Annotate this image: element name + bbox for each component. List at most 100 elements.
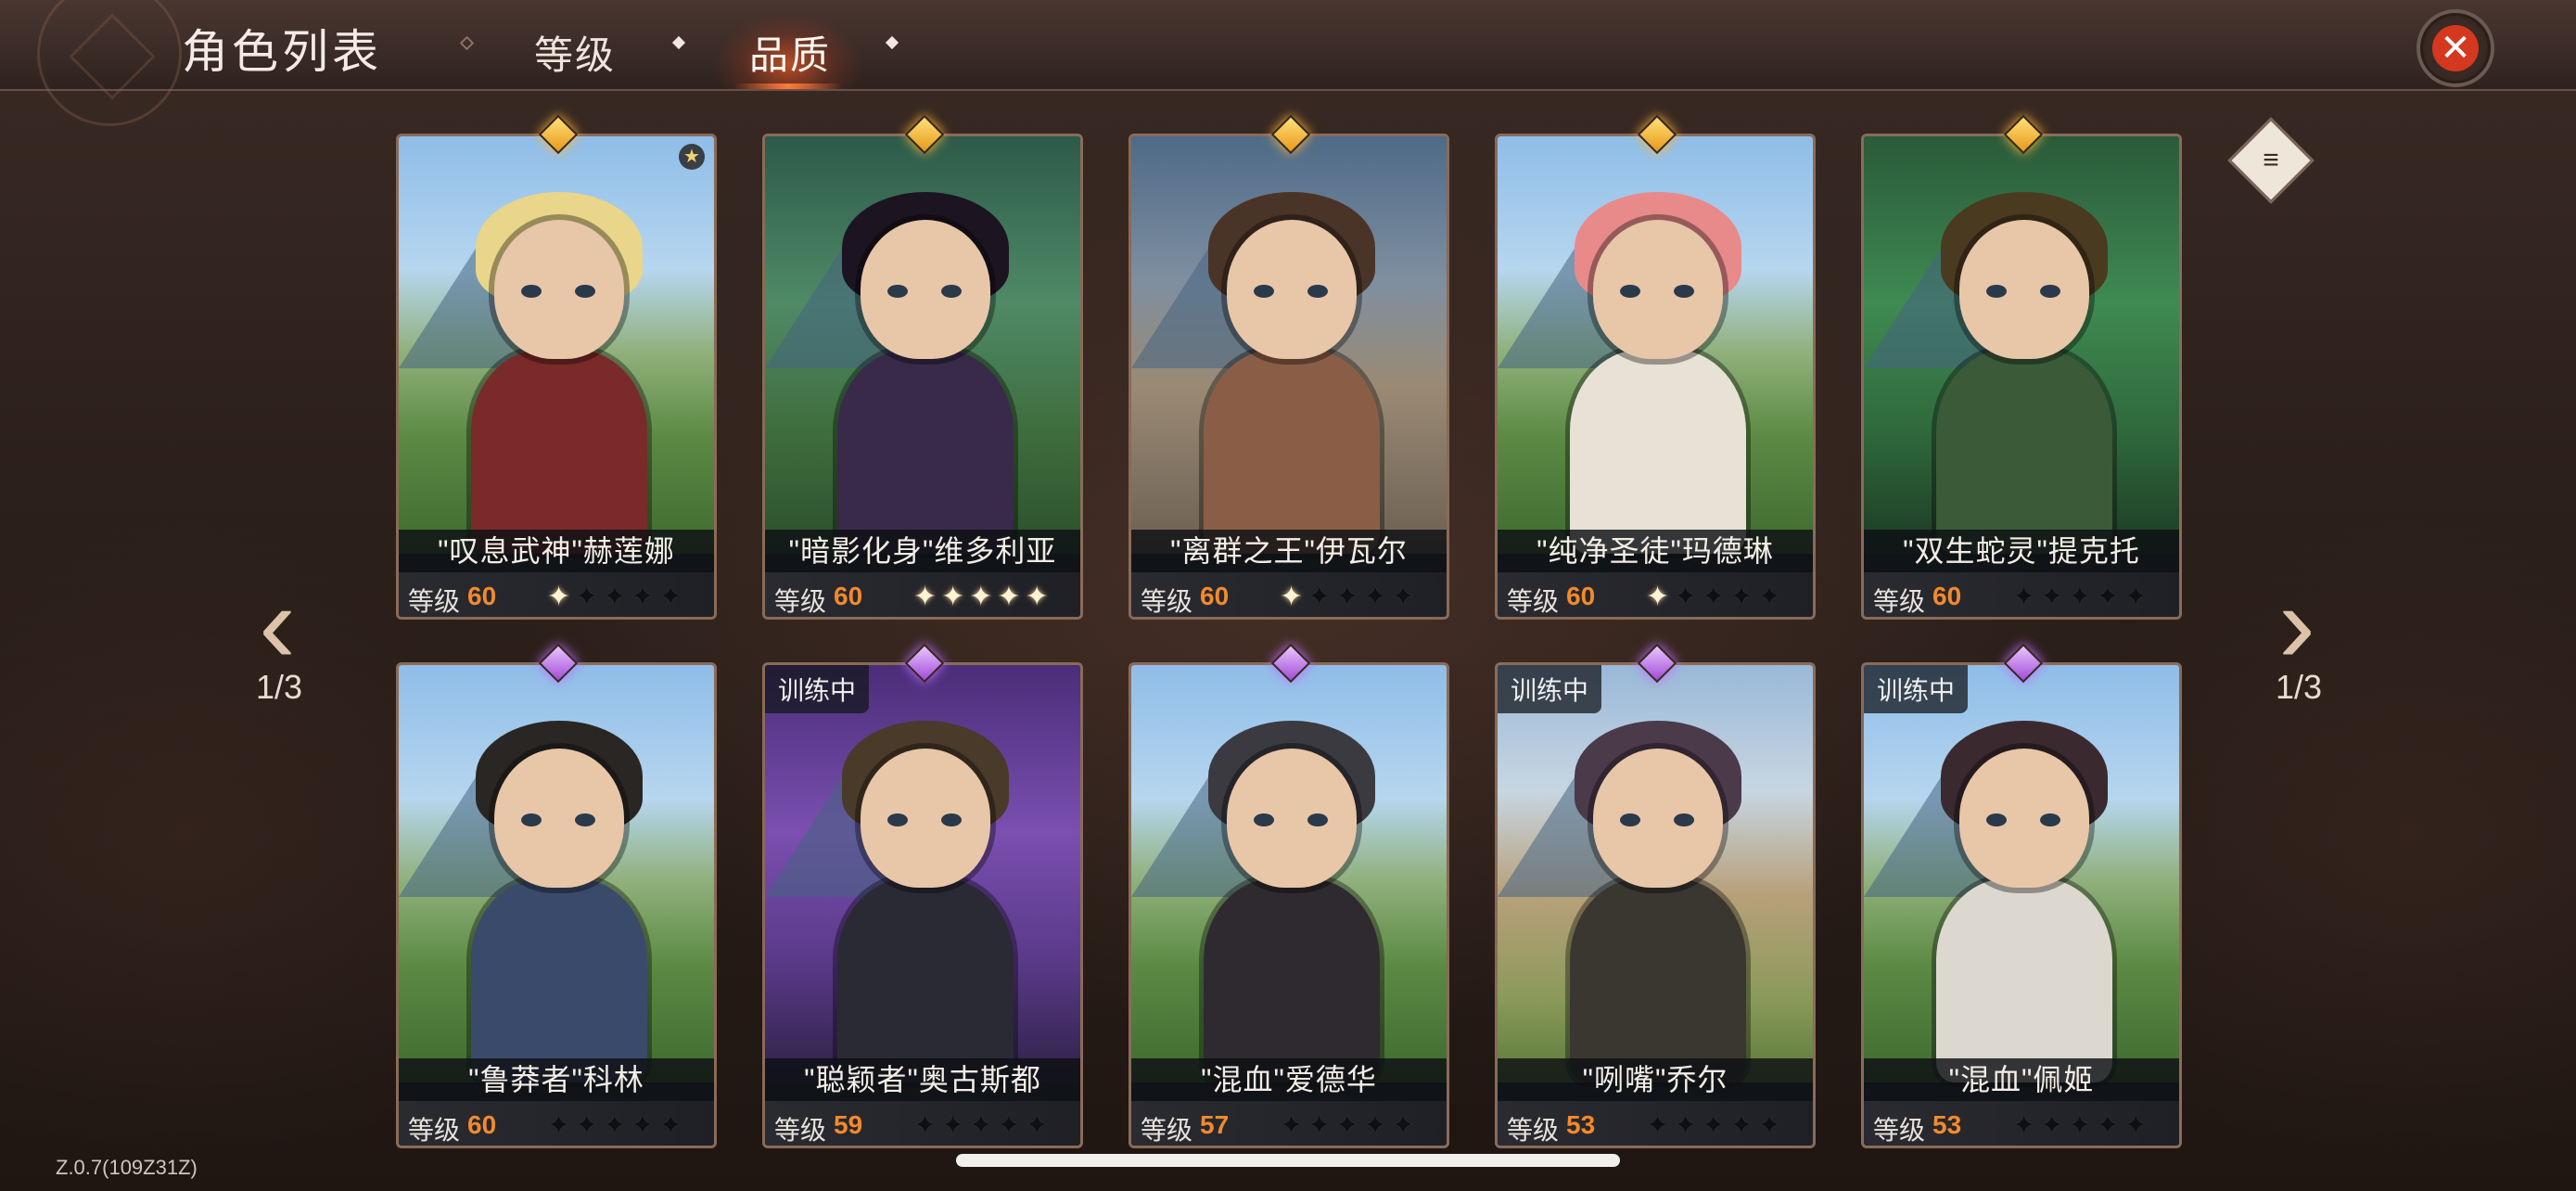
star-empty-icon: ✦	[1363, 1110, 1392, 1141]
character-name: "暗影化身"维多利亚	[765, 530, 1080, 572]
star-empty-icon: ✦	[941, 1110, 970, 1141]
character-eye	[1254, 813, 1274, 826]
character-eye	[2040, 285, 2060, 298]
level-row: 等级 53 ✦✦✦✦✦	[1864, 1101, 2179, 1146]
star-rating: ✦✦✦✦✦	[1280, 1109, 1420, 1142]
star-empty-icon: ✦	[1335, 1110, 1364, 1141]
training-badge: 训练中	[1498, 665, 1602, 713]
star-empty-icon: ✦	[2123, 582, 2152, 612]
character-portrait	[1498, 665, 1813, 1082]
star-empty-icon: ✦	[2123, 1110, 2152, 1141]
page-indicator-right: 1/3	[2276, 668, 2323, 706]
character-card[interactable]: "混血"爱德华 等级 57 ✦✦✦✦✦	[1129, 662, 1449, 1148]
character-card[interactable]: "纯净圣徒"玛德琳 等级 60 ✦✦✦✦✦	[1495, 134, 1816, 620]
star-empty-icon: ✦	[997, 1110, 1026, 1141]
prev-page-arrow-icon[interactable]: ‹	[226, 569, 328, 680]
character-name: "咧嘴"乔尔	[1498, 1058, 1813, 1101]
character-card[interactable]: "暗影化身"维多利亚 等级 60 ✦✦✦✦✦	[762, 134, 1083, 620]
character-body	[471, 878, 647, 1082]
level-row: 等级 60 ✦✦✦✦✦	[399, 1101, 714, 1146]
character-eye	[887, 285, 908, 298]
character-eye	[1674, 285, 1694, 298]
star-empty-icon: ✦	[2040, 582, 2069, 612]
level-label: 等级	[1141, 587, 1193, 616]
character-card[interactable]: 训练中 "咧嘴"乔尔 等级 53 ✦✦✦✦✦	[1495, 662, 1816, 1148]
star-rating: ✦✦✦✦✦	[1280, 581, 1420, 613]
star-empty-icon: ✦	[1280, 1110, 1308, 1141]
star-empty-icon: ✦	[969, 1110, 998, 1141]
level-row: 等级 53 ✦✦✦✦✦	[1498, 1101, 1813, 1146]
star-rating: ✦✦✦✦✦	[1646, 581, 1786, 613]
star-empty-icon: ✦	[575, 1110, 604, 1141]
star-empty-icon: ✦	[603, 1110, 631, 1141]
level-label: 等级	[1873, 587, 1926, 616]
character-portrait	[1131, 136, 1447, 554]
star-empty-icon: ✦	[2096, 1110, 2124, 1141]
star-rating: ✦✦✦✦✦	[913, 581, 1053, 613]
character-name: "叹息武神"赫莲娜	[399, 530, 714, 572]
character-portrait	[765, 665, 1080, 1082]
star-filled-icon: ✦	[1025, 582, 1053, 612]
character-head	[1227, 749, 1357, 888]
character-head	[861, 749, 990, 888]
star-rating: ✦✦✦✦✦	[913, 1109, 1053, 1142]
character-eye	[1307, 285, 1328, 298]
character-card[interactable]: "鲁莽者"科林 等级 60 ✦✦✦✦✦	[396, 662, 717, 1148]
character-body	[471, 350, 647, 554]
star-filled-icon: ✦	[969, 582, 998, 612]
character-eye	[1254, 285, 1274, 298]
character-head	[1593, 749, 1723, 888]
star-empty-icon: ✦	[2012, 582, 2041, 612]
star-rating: ✦✦✦✦✦	[1646, 1109, 1786, 1142]
character-name: "双生蛇灵"提克托	[1864, 530, 2179, 572]
tab-separator	[459, 35, 475, 51]
star-rating: ✦✦✦✦✦	[547, 581, 687, 613]
close-button[interactable]: ✕	[2417, 9, 2494, 87]
tab-level[interactable]: 等级	[534, 24, 616, 81]
star-rating: ✦✦✦✦✦	[2012, 581, 2152, 613]
star-empty-icon: ✦	[603, 582, 631, 612]
page-indicator-left: 1/3	[256, 668, 303, 706]
character-head	[1593, 220, 1723, 359]
character-body	[1570, 878, 1746, 1082]
character-card[interactable]: "离群之王"伊瓦尔 等级 60 ✦✦✦✦✦	[1129, 134, 1449, 620]
home-indicator[interactable]	[956, 1154, 1620, 1167]
character-head	[1227, 220, 1357, 359]
character-body	[837, 878, 1014, 1082]
star-empty-icon: ✦	[1757, 582, 1786, 612]
level-label: 等级	[774, 587, 827, 616]
next-page-arrow-icon[interactable]: ›	[2246, 569, 2348, 680]
level-row: 等级 60 ✦✦✦✦✦	[1498, 572, 1813, 617]
star-empty-icon: ✦	[1391, 582, 1420, 612]
character-portrait	[399, 136, 714, 554]
star-empty-icon: ✦	[575, 582, 604, 612]
level-value: 60	[1932, 582, 1962, 610]
star-empty-icon: ✦	[1363, 582, 1392, 612]
character-name: "混血"爱德华	[1131, 1058, 1447, 1101]
character-name: "纯净圣徒"玛德琳	[1498, 530, 1813, 572]
character-card[interactable]: 训练中 "聪颖者"奥古斯都 等级 59 ✦✦✦✦✦	[762, 662, 1083, 1148]
character-eye	[887, 813, 908, 826]
character-card[interactable]: 训练中 "混血"佩姬 等级 53 ✦✦✦✦✦	[1861, 662, 2182, 1148]
level-row: 等级 60 ✦✦✦✦✦	[1864, 572, 2179, 617]
star-empty-icon: ✦	[1757, 1110, 1786, 1141]
star-filled-icon: ✦	[1646, 582, 1675, 612]
level-label: 等级	[408, 587, 461, 616]
character-card[interactable]: "双生蛇灵"提克托等级 60 ✦✦✦✦✦	[1861, 134, 2182, 620]
character-card[interactable]: ★ "叹息武神"赫莲娜 等级 60 ✦✦✦✦✦	[396, 134, 717, 620]
star-filled-icon: ✦	[547, 582, 576, 612]
character-eye	[1307, 813, 1328, 826]
star-empty-icon: ✦	[1674, 1110, 1702, 1141]
star-empty-icon: ✦	[1335, 582, 1364, 612]
page-title: 角色列表	[182, 26, 382, 78]
star-empty-icon: ✦	[631, 582, 659, 612]
character-eye	[521, 813, 542, 826]
star-empty-icon: ✦	[913, 1110, 942, 1141]
character-portrait	[399, 665, 714, 1082]
star-empty-icon: ✦	[1674, 582, 1702, 612]
star-filled-icon: ✦	[997, 582, 1026, 612]
tab-quality[interactable]: 品质	[749, 24, 831, 81]
star-empty-icon: ✦	[2096, 582, 2124, 612]
character-eye	[575, 813, 595, 826]
tab-separator	[885, 35, 899, 50]
